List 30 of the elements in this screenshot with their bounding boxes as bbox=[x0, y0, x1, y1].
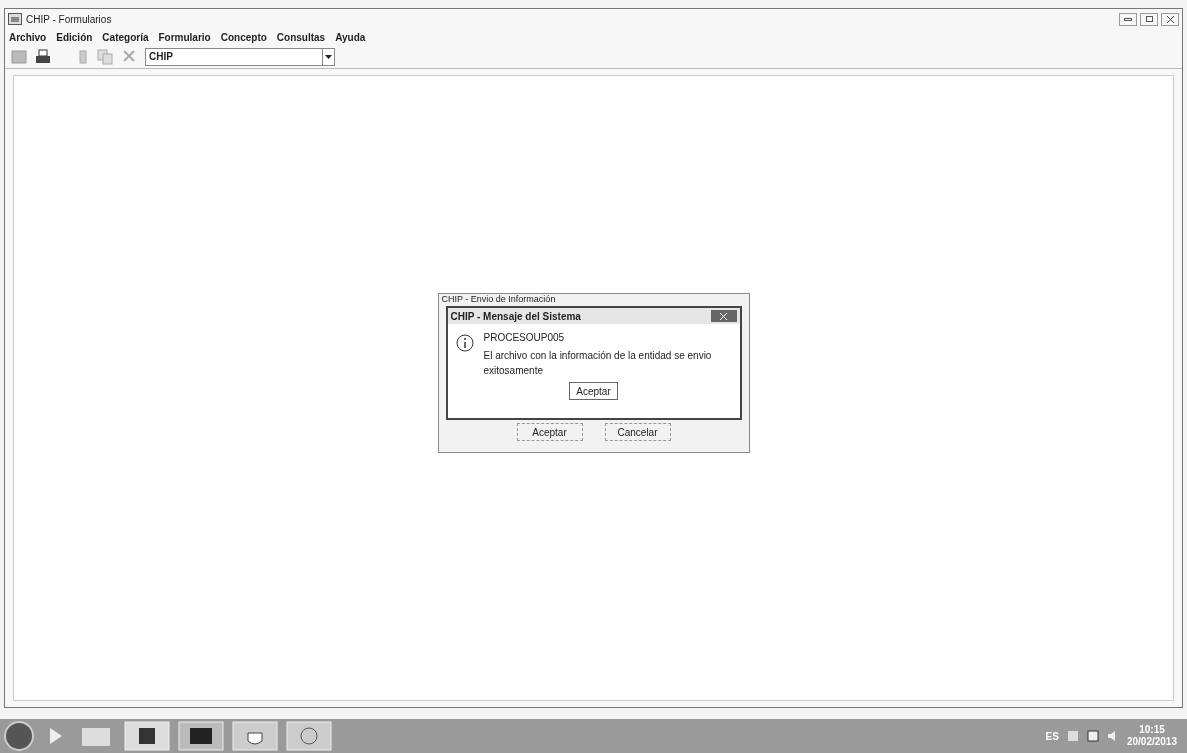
close-icon bbox=[720, 312, 727, 320]
accept-button[interactable]: Aceptar bbox=[569, 382, 618, 400]
close-button[interactable] bbox=[710, 310, 737, 322]
cancel-button[interactable]: Cancelar bbox=[604, 423, 671, 441]
toolbar-image-icon[interactable] bbox=[11, 48, 27, 65]
menu-item[interactable]: Categoría bbox=[102, 29, 149, 45]
info-icon bbox=[455, 334, 474, 352]
app-icon bbox=[8, 13, 22, 25]
message-code: PROCESOUP005 bbox=[483, 331, 566, 345]
menu-item[interactable]: Archivo bbox=[9, 29, 47, 45]
start-button[interactable] bbox=[4, 721, 34, 751]
menu-item[interactable]: Edición bbox=[56, 29, 93, 45]
window-title: CHIP - Formularios bbox=[26, 12, 112, 27]
dialog-title: CHIP - Envio de Información bbox=[441, 294, 556, 305]
minimize-button[interactable] bbox=[1119, 12, 1137, 26]
menu-item[interactable]: Consultas bbox=[276, 29, 326, 45]
message-text: El archivo con la información de la entidad se envio exitosamente bbox=[483, 349, 713, 378]
close-button[interactable] bbox=[1161, 12, 1179, 26]
dropdown-arrow-icon bbox=[325, 54, 332, 59]
maximize-button[interactable] bbox=[1140, 12, 1158, 26]
window-thumbnail-icon[interactable] bbox=[178, 721, 224, 751]
menu-item[interactable]: Concepto bbox=[220, 29, 267, 45]
menu-item[interactable]: Formulario bbox=[158, 29, 211, 45]
dialog-title: CHIP - Mensaje del Sistema bbox=[450, 309, 581, 324]
copy-icon[interactable] bbox=[97, 48, 113, 65]
printer-icon[interactable] bbox=[35, 48, 51, 65]
accept-button[interactable]: Aceptar bbox=[516, 423, 583, 441]
menu-item[interactable]: Ayuda bbox=[335, 29, 366, 45]
entity-combobox[interactable]: CHIP bbox=[145, 47, 335, 66]
close-icon bbox=[1166, 15, 1174, 23]
